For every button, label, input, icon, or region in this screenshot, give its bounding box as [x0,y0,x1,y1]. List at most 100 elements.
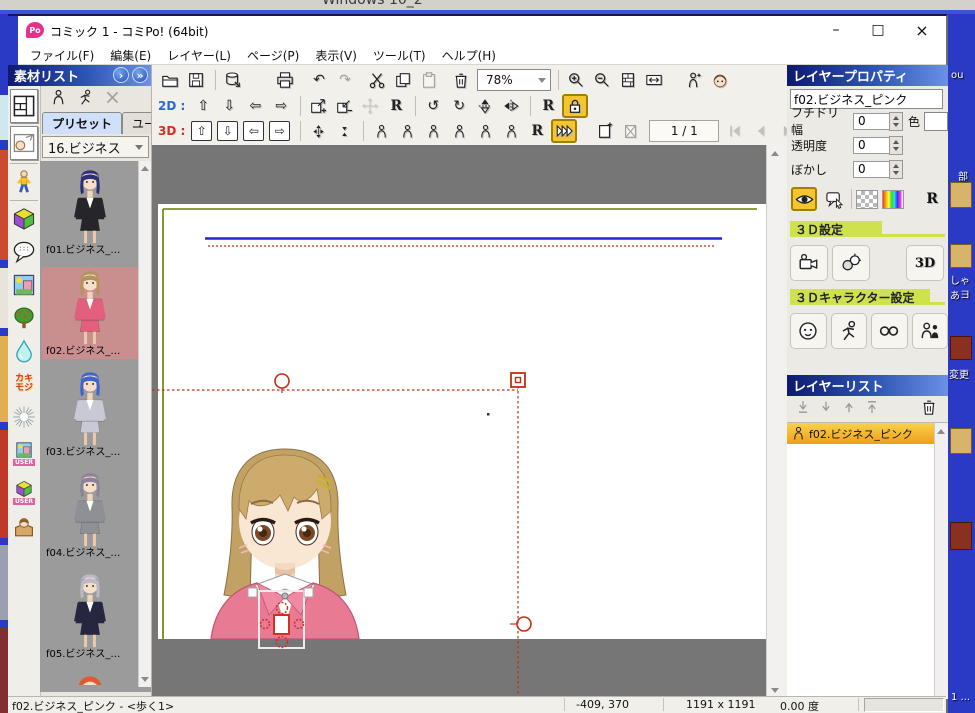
undo-button[interactable]: ↶ [307,69,331,91]
outline-stepper[interactable] [889,112,903,131]
edit-character-icon[interactable] [77,89,94,110]
move-layer-up-button[interactable] [841,399,857,418]
shrink-2d-button[interactable] [332,95,356,117]
character-category-icon[interactable] [11,167,37,197]
minimize-button[interactable]: – [816,16,856,44]
scroll-up-icon[interactable] [141,166,149,171]
scroll-up-icon[interactable] [771,151,779,156]
reset-2d-button[interactable]: R [384,95,408,117]
nature-category-icon[interactable] [11,303,37,333]
rotate-ccw-button[interactable]: ↺ [421,95,445,117]
delete-button[interactable] [449,69,473,91]
zoom-in-button[interactable] [564,69,588,91]
zoom-select[interactable]: 78% [477,69,551,91]
material-thumbnail[interactable]: f02.ビジネス_… [42,267,138,359]
material-tab[interactable]: プリセット [42,112,122,134]
effect-bg-category-icon[interactable] [11,402,37,432]
category-select[interactable]: 16.ビジネス [42,136,149,158]
material-thumbnail[interactable]: f04.ビジネス_… [42,469,138,561]
move-right-2d-button[interactable]: ⇨ [269,95,293,117]
selection-side-handle[interactable] [517,617,531,631]
rotate-character-left-button[interactable] [369,120,393,142]
opacity-stepper[interactable] [889,136,903,155]
move-layer-bottom-button[interactable] [795,399,811,418]
page-canvas[interactable] [152,145,766,699]
rotate-cw-button[interactable]: ↻ [447,95,471,117]
move-layer-down-button[interactable] [818,399,834,418]
paste-button[interactable] [417,69,441,91]
turn-character-left-button[interactable] [421,120,445,142]
menu-item[interactable]: 表示(V) [307,47,365,64]
scene-template-icon[interactable] [10,126,38,160]
kakimoji-category-icon[interactable]: カキ モジ [11,369,37,399]
blur-input[interactable] [853,161,889,178]
layer-list-scrollbar[interactable] [934,423,948,699]
outline-width-input[interactable] [853,113,889,130]
print-button[interactable] [273,69,297,91]
copy-button[interactable] [391,69,415,91]
save-button[interactable] [184,69,208,91]
move-left-3d-button[interactable]: ⇦ [243,121,264,141]
move-right-3d-button[interactable]: ⇨ [269,121,290,141]
canvas-vertical-scrollbar[interactable] [766,145,784,699]
camera-settings-button[interactable] [790,245,828,281]
menu-item[interactable]: レイヤー(L) [159,47,239,64]
cut-button[interactable] [365,69,389,91]
reset-rotation-button[interactable]: R [536,95,560,117]
prev-page-button[interactable] [749,120,773,142]
body-settings-button[interactable] [912,313,949,349]
reset-property-button[interactable]: R [926,191,938,207]
material-thumbnail-partial[interactable] [42,671,138,685]
scale-up-3d-button[interactable] [306,120,330,142]
selection-corner-handle[interactable] [511,373,525,387]
move-up-3d-button[interactable]: ⇧ [191,121,212,141]
first-page-button[interactable] [723,120,747,142]
material-thumbnail[interactable]: f01.ビジネス_… [42,166,138,258]
material-list-scrollbar[interactable] [138,161,151,687]
add-page-button[interactable] [593,120,617,142]
panel-layout-icon[interactable] [10,89,38,123]
redo-button[interactable]: ↷ [333,69,357,91]
scroll-up-icon[interactable] [937,429,945,434]
export-button[interactable] [221,69,245,91]
tilt-character-right-button[interactable] [499,120,523,142]
open-button[interactable] [158,69,182,91]
delete-layer-button[interactable] [920,398,938,419]
balloon-toggle[interactable] [821,187,847,211]
opacity-input[interactable] [853,137,889,154]
move-down-2d-button[interactable]: ⇩ [217,95,241,117]
move-free-2d-button[interactable] [358,95,382,117]
add-character-icon[interactable] [50,89,67,110]
visibility-toggle[interactable] [791,187,817,211]
menu-item[interactable]: ファイル(F) [22,47,102,64]
expand-one-button[interactable]: › [113,67,129,83]
scale-down-3d-button[interactable] [332,120,356,142]
delete-material-icon[interactable] [104,89,121,110]
balloon-category-icon[interactable] [11,237,37,267]
3d-item-category-icon[interactable] [11,204,37,234]
scroll-down-icon[interactable] [771,688,779,693]
move-down-3d-button[interactable]: ⇩ [217,121,238,141]
user-background-category-icon[interactable]: USER [11,435,37,471]
accessory-settings-button[interactable] [871,313,908,349]
delete-page-button[interactable] [619,120,643,142]
3d-edit-button[interactable]: 3D [906,245,944,281]
scroll-down-icon[interactable] [141,677,149,682]
flip-horizontal-button[interactable] [499,95,523,117]
move-up-2d-button[interactable]: ⇧ [191,95,215,117]
pose-button[interactable] [682,69,706,91]
background-category-icon[interactable] [11,270,37,300]
outline-color-swatch[interactable] [924,112,948,131]
character-edit-button[interactable] [708,69,732,91]
material-tab[interactable]: ユーザー [122,112,151,134]
turn-character-right-button[interactable] [447,120,471,142]
fit-page-button[interactable] [616,69,640,91]
face-settings-button[interactable] [790,313,827,349]
menu-item[interactable]: ページ(P) [239,47,307,64]
zoom-out-button[interactable] [590,69,614,91]
tilt-character-left-button[interactable] [473,120,497,142]
gradient-swatch[interactable] [882,190,904,209]
material-thumbnail[interactable]: f03.ビジネス_… [42,368,138,460]
title-bar[interactable]: Po コミック 1 - コミPo! (64bit) – □ × [18,16,946,46]
pose-settings-button[interactable] [831,313,868,349]
